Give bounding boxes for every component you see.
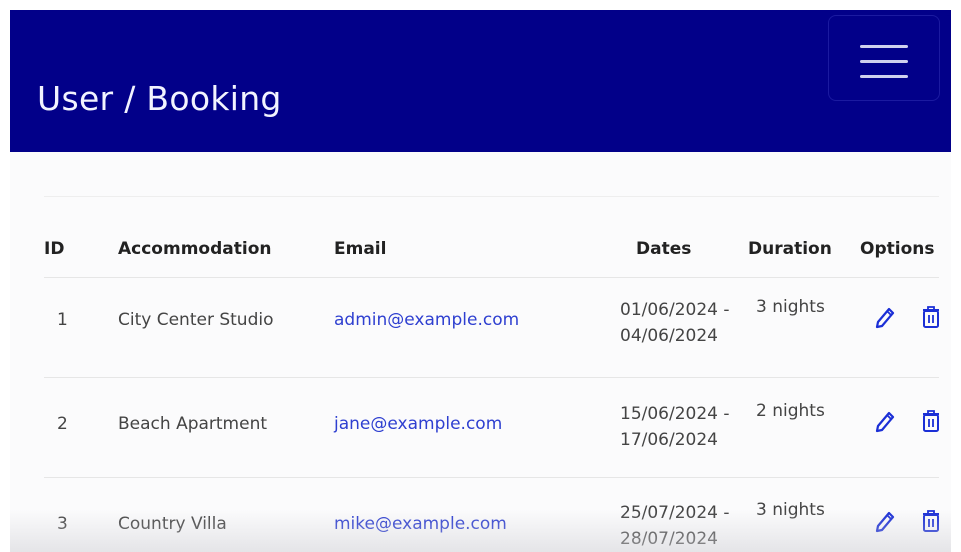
cell-id: 1	[57, 310, 68, 330]
header-accommodation: Accommodation	[118, 239, 272, 259]
table-row: 1 City Center Studio admin@example.com 0…	[44, 277, 939, 378]
cell-accommodation: City Center Studio	[118, 310, 274, 330]
end-date: 28/07/2024	[620, 529, 718, 549]
pencil-icon[interactable]	[873, 509, 895, 535]
page-title: User / Booking	[37, 79, 282, 118]
header-id: ID	[44, 239, 65, 259]
trash-icon[interactable]	[920, 408, 942, 434]
header-options: Options	[860, 239, 935, 259]
cell-dates: 15/06/2024 - 17/06/2024	[620, 401, 730, 453]
cell-dates: 01/06/2024 - 04/06/2024	[620, 297, 730, 349]
app-frame: User / Booking ID Accommodation Email Da…	[10, 10, 951, 552]
trash-icon[interactable]	[920, 304, 942, 330]
table-row: 2 Beach Apartment jane@example.com 15/06…	[44, 377, 939, 478]
cell-duration: 2 nights	[756, 401, 825, 421]
end-date: 17/06/2024	[620, 430, 718, 450]
cell-id: 2	[57, 414, 68, 434]
cell-id: 3	[57, 514, 68, 534]
email-link[interactable]: jane@example.com	[334, 414, 502, 434]
email-link[interactable]: mike@example.com	[334, 514, 507, 534]
end-date: 04/06/2024	[620, 326, 718, 346]
navbar: User / Booking	[10, 10, 951, 152]
email-link[interactable]: admin@example.com	[334, 310, 519, 330]
pencil-icon[interactable]	[873, 409, 895, 435]
cell-accommodation: Beach Apartment	[118, 414, 268, 434]
pencil-icon[interactable]	[873, 305, 895, 331]
menu-toggle-button[interactable]	[828, 15, 940, 101]
header-dates: Dates	[636, 239, 692, 259]
trash-icon[interactable]	[920, 508, 942, 534]
start-date: 15/06/2024 -	[620, 404, 730, 424]
start-date: 01/06/2024 -	[620, 300, 730, 320]
divider	[44, 196, 939, 197]
start-date: 25/07/2024 -	[620, 503, 730, 523]
cell-duration: 3 nights	[756, 297, 825, 317]
cell-duration: 3 nights	[756, 500, 825, 520]
cell-dates: 25/07/2024 - 28/07/2024	[620, 500, 730, 552]
header-email: Email	[334, 239, 387, 259]
table-row: 3 Country Villa mike@example.com 25/07/2…	[44, 477, 939, 552]
cell-accommodation: Country Villa	[118, 514, 227, 534]
header-duration: Duration	[748, 239, 832, 259]
